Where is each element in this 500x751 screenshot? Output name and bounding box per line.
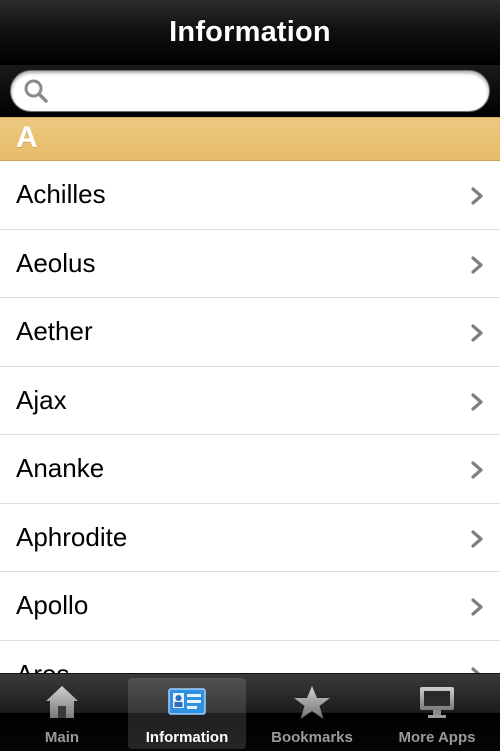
list-item-label: Ajax: [16, 384, 67, 415]
tab-label: More Apps: [398, 729, 476, 746]
list-item-label: Aphrodite: [16, 521, 128, 552]
list-item-label: Ares: [16, 659, 69, 674]
chevron-right-icon: [471, 529, 483, 548]
list-item-label: Apollo: [16, 590, 89, 620]
list-item-label: Aeolus: [16, 247, 96, 278]
chevron-right-icon: [471, 255, 483, 274]
monitor-icon: [420, 687, 454, 718]
tab-label: Bookmarks: [271, 729, 353, 746]
information-list: Achilles Aeolus Aether Ajax Ananke Aphro…: [0, 161, 500, 673]
chevron-right-icon: [471, 324, 483, 342]
list-item[interactable]: Achilles: [0, 161, 500, 230]
page-title: Information: [169, 16, 331, 48]
star-icon: [294, 686, 330, 719]
chevron-right-icon: [471, 598, 483, 616]
section-header-letter: A: [16, 121, 38, 154]
tab-bookmarks[interactable]: Bookmarks: [253, 678, 371, 749]
tab-main[interactable]: Main: [3, 678, 121, 749]
list-item[interactable]: Ares: [0, 640, 500, 674]
chevron-right-icon: [471, 187, 483, 205]
contact-card-icon: [168, 688, 206, 715]
list-item-label: Achilles: [16, 179, 106, 209]
search-icon: [24, 79, 48, 103]
tab-label: Main: [44, 729, 80, 746]
search-input[interactable]: [54, 79, 471, 103]
list-item[interactable]: Apollo: [0, 572, 500, 641]
list-item[interactable]: Ajax: [0, 366, 500, 435]
tab-information[interactable]: Information: [128, 678, 246, 749]
list-item[interactable]: Aphrodite: [0, 503, 500, 572]
search-field[interactable]: [10, 70, 490, 112]
chevron-right-icon: [471, 392, 483, 411]
tab-bar: Main Information Bookmarks More Apps: [0, 673, 500, 751]
list-item[interactable]: Aeolus: [0, 229, 500, 298]
chevron-right-icon: [471, 461, 483, 479]
tab-more-apps[interactable]: More Apps: [378, 678, 496, 749]
list-item-label: Ananke: [16, 453, 105, 483]
navigation-bar: Information: [0, 0, 500, 66]
search-bar: [0, 65, 500, 117]
house-icon: [46, 686, 78, 718]
list-item[interactable]: Ananke: [0, 435, 500, 504]
list-item[interactable]: Aether: [0, 298, 500, 367]
list-item-label: Aether: [16, 316, 93, 346]
section-header: A: [0, 117, 500, 161]
tab-label: Information: [145, 729, 229, 746]
